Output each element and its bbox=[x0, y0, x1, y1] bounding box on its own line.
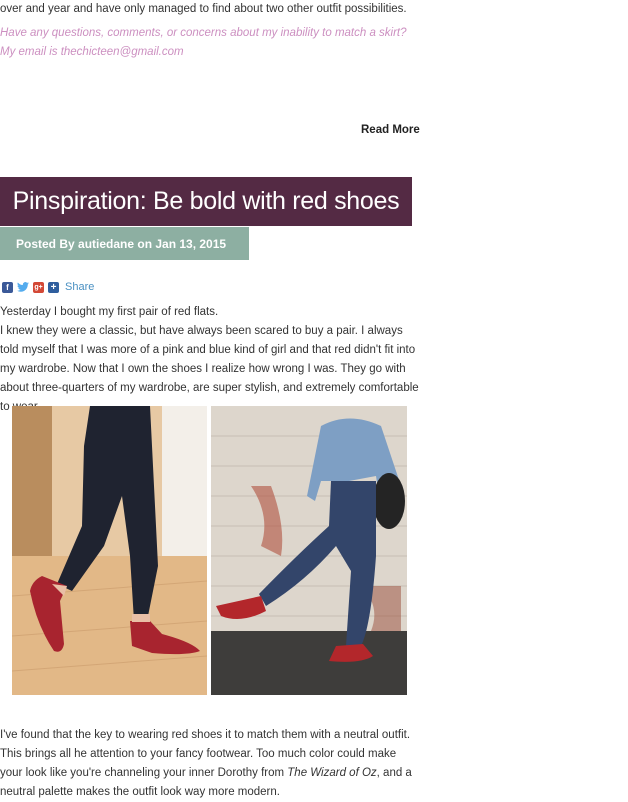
share-link[interactable]: Share bbox=[65, 281, 94, 293]
post-body: Yesterday I bought my first pair of red … bbox=[0, 303, 422, 417]
post-paragraph: Yesterday I bought my first pair of red … bbox=[0, 306, 219, 318]
google-plus-icon[interactable]: g+ bbox=[33, 281, 44, 293]
previous-post-text: over and year and have only managed to f… bbox=[0, 3, 407, 15]
read-more-link[interactable]: Read More bbox=[361, 124, 420, 136]
facebook-icon[interactable]: f bbox=[2, 281, 13, 293]
post-title[interactable]: Pinspiration: Be bold with red shoes bbox=[0, 177, 412, 226]
twitter-icon[interactable] bbox=[17, 281, 29, 293]
post-closing-paragraph: I've found that the key to wearing red s… bbox=[0, 726, 420, 802]
post-byline: Posted By autiedane on Jan 13, 2015 bbox=[0, 227, 249, 260]
post-paragraph: I knew they were a classic, but have alw… bbox=[0, 325, 419, 413]
red-flats-photo-right bbox=[211, 406, 407, 695]
red-flats-photo-left bbox=[12, 406, 207, 695]
previous-post-contact: Have any questions, comments, or concern… bbox=[0, 27, 407, 58]
movie-title: The Wizard of Oz bbox=[287, 767, 377, 779]
share-bar: f g+ + Share bbox=[2, 281, 94, 293]
addthis-plus-icon[interactable]: + bbox=[48, 281, 59, 293]
